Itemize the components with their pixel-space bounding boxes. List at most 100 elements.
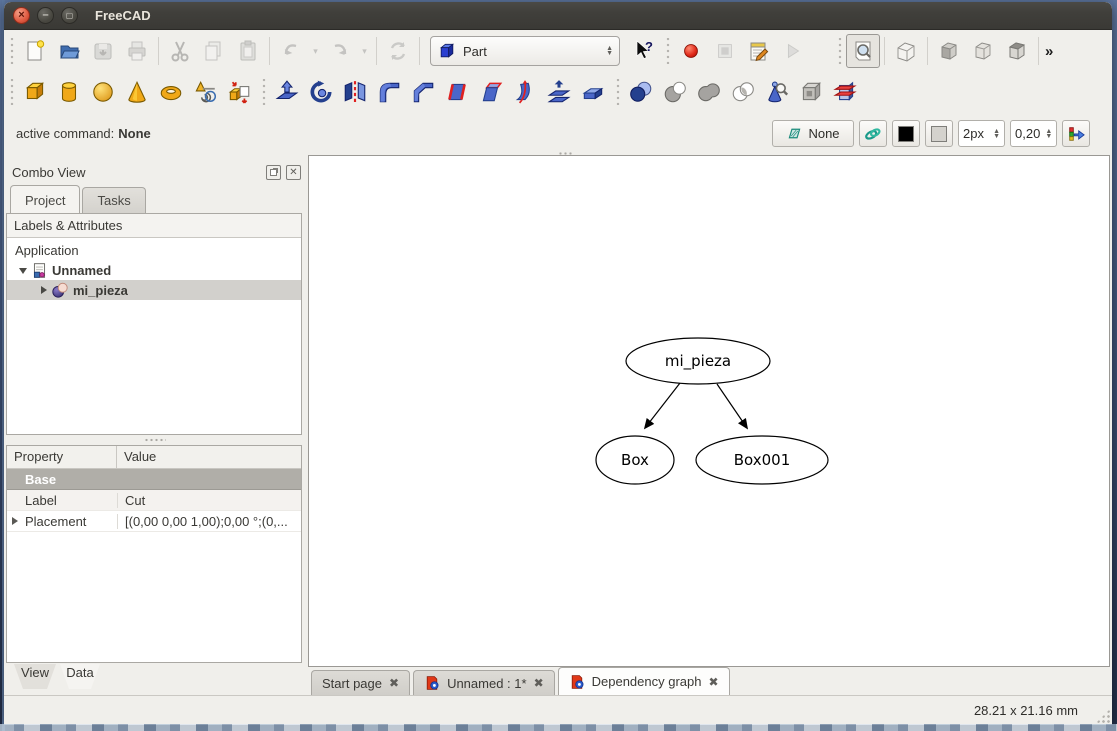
toolbar-separator xyxy=(158,37,159,65)
part-checkgeometry-button[interactable] xyxy=(760,75,794,109)
part-loft-button[interactable] xyxy=(474,75,508,109)
toolbar-handle[interactable] xyxy=(614,79,622,105)
window-maximize-button[interactable]: ▢ xyxy=(61,7,78,24)
point-size-spinner[interactable]: 0,20 ▲▼ xyxy=(1010,120,1057,147)
tab-data[interactable]: Data xyxy=(60,664,100,689)
dependency-graph-canvas[interactable]: mi_pieza Box Box001 xyxy=(308,155,1110,667)
paste-button[interactable] xyxy=(231,34,265,68)
line-color-button[interactable] xyxy=(892,120,920,147)
save-button[interactable] xyxy=(86,34,120,68)
part-cylinder-button[interactable] xyxy=(52,75,86,109)
part-extrude-button[interactable] xyxy=(270,75,304,109)
property-row-label[interactable]: Label Cut xyxy=(7,490,301,511)
combo-spin-arrows[interactable]: ▲▼ xyxy=(606,46,613,56)
redo-dropdown[interactable]: ▾ xyxy=(357,34,372,68)
part-chamfer-button[interactable] xyxy=(406,75,440,109)
workbench-selector[interactable]: Part ▲▼ xyxy=(430,36,620,66)
draw-style-flatlines-button[interactable] xyxy=(1000,34,1034,68)
toolbar-handle[interactable] xyxy=(836,38,844,64)
dock-close-button[interactable]: ✕ xyxy=(286,165,301,180)
macro-record-button[interactable] xyxy=(674,34,708,68)
toolbar-separator xyxy=(927,37,928,65)
tab-close-icon[interactable]: ✖ xyxy=(534,676,544,690)
tab-project[interactable]: Project xyxy=(10,185,80,213)
tree-item-application[interactable]: Application xyxy=(7,240,301,260)
part-cone-button[interactable] xyxy=(120,75,154,109)
draw-style-wireframe-button[interactable] xyxy=(966,34,1000,68)
part-primitives-button[interactable] xyxy=(222,75,256,109)
part-torus-button[interactable] xyxy=(154,75,188,109)
axonometric-view-button[interactable] xyxy=(889,34,923,68)
part-union-button[interactable] xyxy=(692,75,726,109)
new-document-button[interactable] xyxy=(18,34,52,68)
part-cut-button[interactable] xyxy=(658,75,692,109)
line-width-spinner[interactable]: 2px ▲▼ xyxy=(958,120,1005,147)
redo-button[interactable] xyxy=(323,34,357,68)
property-row-placement[interactable]: Placement [(0,00 0,00 1,00);0,00 °;(0,..… xyxy=(7,511,301,532)
undo-dropdown[interactable]: ▾ xyxy=(308,34,323,68)
tree-item-mi-pieza[interactable]: mi_pieza xyxy=(7,280,301,300)
window-minimize-button[interactable]: – xyxy=(37,7,54,24)
tab-close-icon[interactable]: ✖ xyxy=(708,675,718,689)
cut-button[interactable] xyxy=(163,34,197,68)
face-appearance-button[interactable]: None xyxy=(772,120,854,147)
tree-item-unnamed[interactable]: Unnamed xyxy=(7,260,301,280)
link-button[interactable] xyxy=(859,120,887,147)
mdi-tab-dependency-graph[interactable]: Dependency graph ✖ xyxy=(558,667,730,695)
part-offset-button[interactable] xyxy=(542,75,576,109)
toolbar-handle[interactable] xyxy=(8,38,16,64)
resize-grip[interactable] xyxy=(1096,709,1110,723)
tab-close-icon[interactable]: ✖ xyxy=(389,676,399,690)
draw-style-shaded-button[interactable] xyxy=(932,34,966,68)
part-intersection-button[interactable] xyxy=(726,75,760,109)
toolbar-handle[interactable] xyxy=(8,79,16,105)
edge-mi-pieza-box001 xyxy=(717,384,747,428)
refresh-button[interactable] xyxy=(381,34,415,68)
part-thickness-button[interactable] xyxy=(576,75,610,109)
dock-splitter-grip[interactable] xyxy=(558,151,572,156)
part-box-button[interactable] xyxy=(18,75,52,109)
part-mirror-button[interactable] xyxy=(338,75,372,109)
face-color-button[interactable] xyxy=(925,120,953,147)
expander-right-icon[interactable] xyxy=(12,517,18,525)
part-ruledsurface-button[interactable] xyxy=(440,75,474,109)
part-crosssections-button[interactable] xyxy=(828,75,862,109)
face-appearance-value: None xyxy=(808,126,839,141)
dock-float-button[interactable] xyxy=(266,165,281,180)
part-revolve-button[interactable] xyxy=(304,75,338,109)
tab-view[interactable]: View xyxy=(14,664,56,689)
part-sphere-button[interactable] xyxy=(86,75,120,109)
part-boolean-button[interactable] xyxy=(624,75,658,109)
open-document-button[interactable] xyxy=(52,34,86,68)
part-shapebox-button[interactable] xyxy=(794,75,828,109)
part-shapebuilder-button[interactable] xyxy=(188,75,222,109)
part-fillet-button[interactable] xyxy=(372,75,406,109)
toolbar-handle[interactable] xyxy=(260,79,268,105)
property-group-base[interactable]: Base xyxy=(7,469,301,490)
expander-right-icon[interactable] xyxy=(41,286,47,294)
export-view-button[interactable] xyxy=(1062,120,1090,147)
edit-macro-icon xyxy=(747,39,771,63)
mdi-tab-start-page[interactable]: Start page ✖ xyxy=(311,670,410,695)
spin-arrows[interactable]: ▲▼ xyxy=(1045,129,1052,139)
toolbar-overflow-chevron[interactable]: » xyxy=(1045,43,1053,60)
fit-all-button[interactable] xyxy=(846,34,880,68)
macro-execute-button[interactable] xyxy=(776,34,810,68)
cone-icon xyxy=(124,79,150,105)
stop-icon xyxy=(714,40,736,62)
copy-button[interactable] xyxy=(197,34,231,68)
undo-button[interactable] xyxy=(274,34,308,68)
tab-tasks[interactable]: Tasks xyxy=(82,187,145,213)
print-button[interactable] xyxy=(120,34,154,68)
macro-stop-button[interactable] xyxy=(708,34,742,68)
whats-this-button[interactable]: ? xyxy=(626,34,660,68)
window-close-button[interactable]: × xyxy=(13,7,30,24)
part-sweep-button[interactable] xyxy=(508,75,542,109)
mdi-tab-unnamed[interactable]: Unnamed : 1* ✖ xyxy=(413,670,555,695)
expander-down-icon[interactable] xyxy=(19,268,27,274)
macro-edit-button[interactable] xyxy=(742,34,776,68)
dock-horizontal-splitter[interactable] xyxy=(6,435,303,445)
toolbar-handle[interactable] xyxy=(664,38,672,64)
spin-arrows[interactable]: ▲▼ xyxy=(993,129,1000,139)
status-bar: 28.21 x 21.16 mm xyxy=(4,695,1112,725)
